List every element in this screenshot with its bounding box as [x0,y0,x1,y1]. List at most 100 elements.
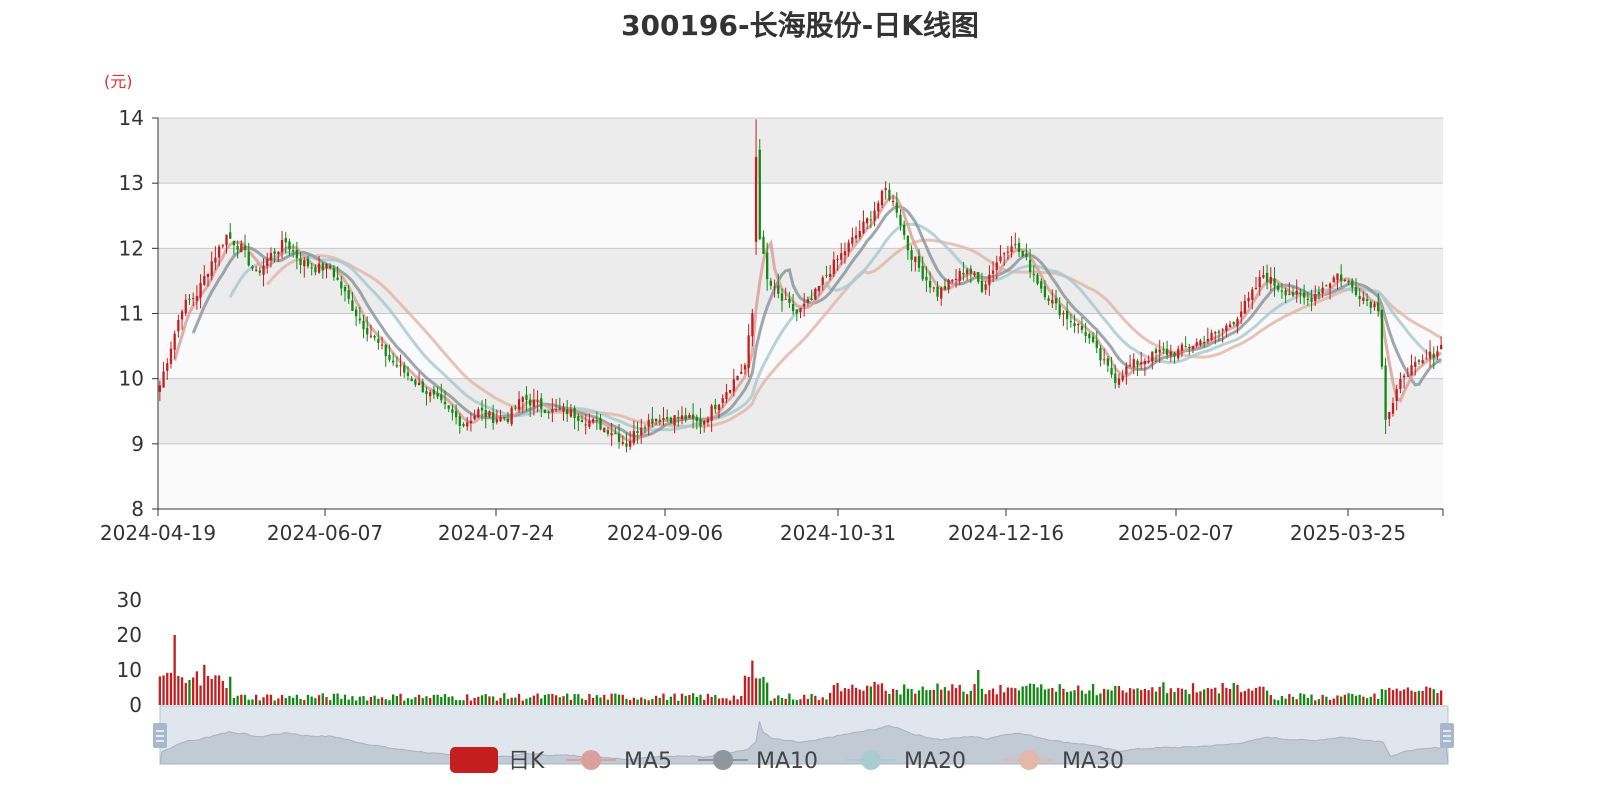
candle-body [280,240,284,252]
candle-body [1091,336,1095,343]
candle-body [1047,298,1050,302]
volume-bar [547,694,550,705]
volume-bar [1428,687,1432,705]
volume-bar [1414,691,1417,705]
candle-body [1414,362,1417,367]
volume-bar [1028,683,1032,705]
volume-bar [1243,690,1247,705]
date-tick-label: 2024-07-24 [438,521,554,545]
candle-body [1314,294,1317,302]
candle-body [1051,299,1054,304]
candle-body [684,415,687,420]
volume-bar [362,696,365,705]
candle [510,406,513,427]
volume-bar [1377,698,1380,705]
candle-body [306,258,310,267]
volume-bar [869,686,873,705]
candle-body [377,338,380,343]
candle-body [1317,291,1321,295]
volume-bar [1217,693,1221,705]
candle-body [995,262,998,271]
price-band [158,183,1443,249]
candle-body [1232,322,1235,325]
candle-body [580,420,584,423]
volume-bar [762,676,765,705]
volume-bar [851,684,854,705]
volume-bar [636,699,639,705]
candle-body [403,365,406,373]
candle-body [977,272,980,282]
volume-bar [1406,687,1409,705]
candle-body [417,382,421,386]
volume-bar [251,699,254,705]
candle-body [1369,301,1372,308]
volume-bar [1395,688,1398,705]
volume-bar [554,695,558,705]
candle-body [691,414,695,419]
volume-bar [306,694,310,705]
candle-body [973,273,976,276]
volume-bar [606,699,610,705]
volume-bar [595,695,598,705]
volume-bar [799,699,802,705]
volume-bar [1410,690,1413,705]
candle-body [773,286,776,288]
candle-body [1195,342,1198,346]
candle-body [1251,289,1254,300]
volume-bar [736,699,739,705]
price-tick-label: 13 [119,171,144,195]
candle-body [277,251,280,255]
volume-bar [632,697,636,705]
legend-label: MA10 [756,749,818,774]
volume-bar [751,660,754,705]
candle-body [177,319,180,332]
candle-body [458,416,461,426]
candle-body [958,270,961,282]
volume-bar [1421,690,1424,705]
candle-body [173,333,176,350]
volume-bar [288,695,291,705]
volume-bar [947,690,950,705]
volume-bar [1128,688,1132,705]
candle [603,427,606,433]
candle-body [317,263,321,273]
volume-bar [1006,687,1010,705]
volume-axis: 0 10 20 30 [117,588,142,717]
candle [1036,272,1039,286]
volume-bar [1191,683,1195,705]
candle-body [1425,358,1428,360]
volume-bar [1106,689,1110,705]
volume-bar [1440,690,1443,705]
volume-bar [1343,694,1347,705]
date-tick-label: 2024-04-19 [100,521,216,545]
candle-body [603,427,606,433]
volume-bar [199,685,202,705]
candle-body [347,290,350,299]
volume-bar [1391,689,1395,705]
zoom-handle-left[interactable] [153,723,167,748]
volume-bar [766,682,769,705]
zoom-handle-right[interactable] [1440,723,1454,748]
volume-bar [314,698,317,705]
volume-bar [1221,682,1224,705]
candle-body [395,364,399,367]
candle-body [369,335,373,337]
candle-body [192,298,195,300]
volume-bar [514,697,517,705]
volume-bar [229,676,232,705]
volume-bar [1299,693,1302,705]
candle-body [180,311,184,320]
candle-body [677,417,680,419]
candle-body [940,288,943,299]
candle-body [965,269,969,274]
volume-bar [784,698,787,705]
volume-bar [510,697,513,705]
candle-body [821,277,824,285]
volume-bar [221,680,224,705]
candle-body [343,286,347,292]
volume-bar [1147,690,1150,705]
legend-item-kline[interactable]: 日K [450,747,545,774]
volume-bar [1347,693,1350,705]
volume-bar [617,694,621,705]
volume-bar [710,696,713,705]
